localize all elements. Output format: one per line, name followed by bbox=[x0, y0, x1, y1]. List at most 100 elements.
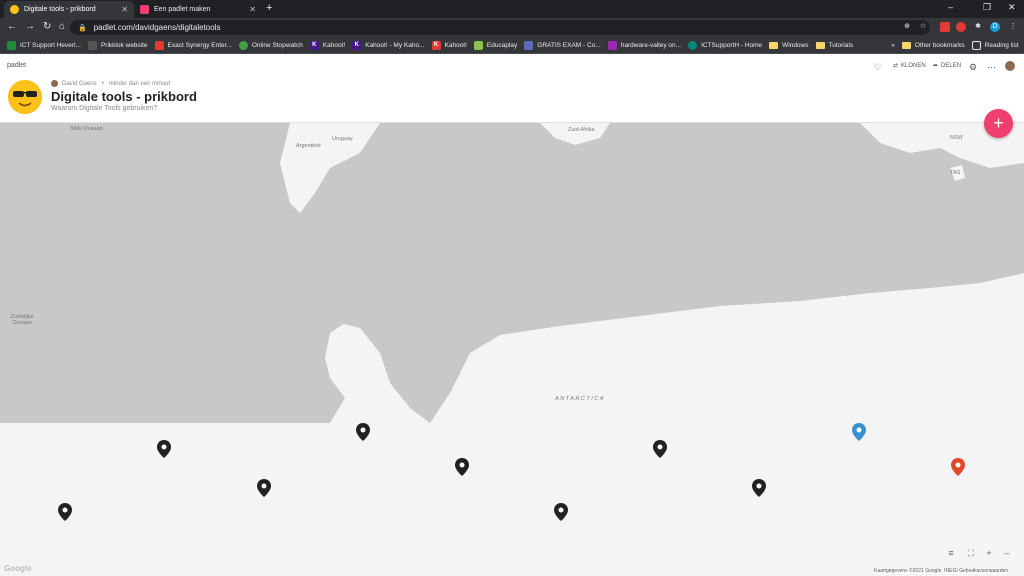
board-title: Digitale tools - prikbord bbox=[51, 89, 197, 104]
map-pin-red[interactable] bbox=[951, 458, 965, 476]
bookmark-item[interactable]: hardware-valley on... bbox=[607, 40, 681, 50]
maximize-button[interactable]: ❐ bbox=[983, 2, 991, 13]
extension-exact-icon[interactable] bbox=[940, 22, 950, 32]
clone-icon: ⇄ bbox=[893, 63, 899, 69]
profile-avatar-icon[interactable]: D bbox=[990, 22, 1000, 32]
clone-button[interactable]: ⇄ KLONEN bbox=[893, 62, 926, 70]
extension-adblock-icon[interactable] bbox=[956, 22, 966, 32]
south-america-landmass bbox=[280, 123, 380, 213]
map-pin[interactable] bbox=[455, 458, 469, 476]
folder-icon bbox=[901, 41, 911, 49]
bookmark-item[interactable]: ICT Support Heverl... bbox=[7, 40, 81, 50]
close-tab-icon[interactable]: ✕ bbox=[121, 5, 128, 14]
close-window-button[interactable]: ✕ bbox=[1008, 2, 1016, 13]
bookmark-favicon-icon bbox=[238, 40, 248, 50]
bookmark-item[interactable]: GRATIS EXAM - Co... bbox=[524, 40, 601, 50]
settings-gear-icon[interactable]: ⚙ bbox=[969, 62, 977, 73]
new-tab-button[interactable]: + bbox=[266, 2, 272, 14]
close-tab-icon[interactable]: ✕ bbox=[249, 5, 256, 14]
tab-title: Een padlet maken bbox=[154, 6, 211, 13]
map-pin[interactable] bbox=[653, 440, 667, 458]
island bbox=[413, 459, 417, 463]
share-button[interactable]: ➦ DELEN bbox=[933, 62, 961, 70]
bookmark-item[interactable]: K Kahoot! - My Kaho... bbox=[352, 40, 425, 50]
bookmark-favicon-icon bbox=[7, 40, 16, 50]
tab-een-padlet-maken[interactable]: Een padlet maken ✕ bbox=[134, 1, 262, 18]
map-label-uruguay: Uruguay bbox=[332, 136, 353, 142]
more-bookmarks-button[interactable]: » bbox=[891, 42, 895, 49]
back-icon[interactable]: ← bbox=[7, 21, 17, 32]
forward-icon[interactable]: → bbox=[25, 21, 35, 32]
more-options-icon[interactable]: ⋯ bbox=[987, 62, 996, 73]
bookmark-item[interactable]: K Kahoot! bbox=[309, 40, 345, 50]
map-list-button[interactable]: ≡ bbox=[943, 545, 959, 561]
bookmark-item[interactable]: Educaplay bbox=[473, 40, 517, 50]
map-label-tas: TAS bbox=[950, 170, 961, 176]
map-pin[interactable] bbox=[554, 503, 568, 521]
bookmark-item[interactable]: K Kahoot! bbox=[431, 40, 467, 50]
tab-title: Digitale tools - prikbord bbox=[24, 6, 96, 13]
map-zoom-out-button[interactable]: – bbox=[999, 545, 1015, 561]
map-label-stille-oceaan: Stille Oceaan bbox=[70, 126, 103, 132]
reload-icon[interactable]: ↻ bbox=[43, 21, 51, 32]
map-pin-blue[interactable] bbox=[852, 423, 866, 441]
separator-dot: • bbox=[101, 80, 104, 87]
bookmark-favicon-icon bbox=[524, 40, 534, 50]
peninsula-gap bbox=[300, 183, 345, 333]
home-icon[interactable]: ⌂ bbox=[59, 21, 65, 32]
tab-digitale-tools[interactable]: Digitale tools - prikbord ✕ bbox=[4, 1, 134, 18]
bookmark-favicon-icon bbox=[688, 40, 698, 50]
board-subtitle: Waarom Digitale Tools gebruiken? bbox=[51, 105, 158, 112]
bookmark-item[interactable]: Exact Synergy Enter... bbox=[154, 40, 232, 50]
browser-menu-icon[interactable]: ⋮ bbox=[1008, 22, 1018, 32]
map-pin-icon bbox=[554, 503, 568, 521]
bookmark-folder[interactable]: Windows bbox=[769, 41, 809, 49]
kahoot-icon: K bbox=[309, 40, 319, 50]
map-attribution[interactable]: Kaartgegevens ©2021 Google, INEGI Gebrui… bbox=[874, 568, 1009, 574]
lock-icon[interactable]: 🔒 bbox=[78, 24, 87, 32]
reading-list-button[interactable]: Reading list bbox=[971, 40, 1019, 50]
bookmark-item[interactable]: ICTSupportH - Home bbox=[688, 40, 762, 50]
minimize-button[interactable]: – bbox=[948, 2, 953, 12]
emoji-favicon-icon bbox=[10, 5, 19, 14]
author-avatar bbox=[51, 80, 58, 87]
bookmark-favicon-icon bbox=[607, 40, 617, 50]
map-canvas[interactable]: ANTARCTICA Argentinië Uruguay Zuid-Afrik… bbox=[0, 123, 1024, 576]
map-pin-icon bbox=[58, 503, 72, 521]
address-bar[interactable]: 🔒 padlet.com/davidgaens/digitaletools bbox=[70, 20, 930, 35]
padlet-logo[interactable]: padlet bbox=[7, 62, 26, 69]
extensions-puzzle-icon[interactable]: ✱ bbox=[973, 22, 983, 32]
map-label-zuid-afrika: Zuid-Afrika bbox=[568, 127, 595, 133]
map-pin-icon bbox=[852, 423, 866, 441]
island bbox=[263, 441, 267, 445]
bookmark-favicon-icon bbox=[473, 40, 483, 50]
map-pin[interactable] bbox=[356, 423, 370, 441]
bookmark-star-icon[interactable]: ☆ bbox=[918, 22, 928, 32]
bookmark-folder[interactable]: Tutorials bbox=[815, 41, 853, 49]
bookmark-item[interactable]: Online Stopwatch bbox=[238, 40, 303, 50]
map-pin[interactable] bbox=[157, 440, 171, 458]
folder-icon bbox=[769, 41, 779, 49]
bookmark-favicon-icon bbox=[87, 40, 97, 50]
url-text: padlet.com/davidgaens/digitaletools bbox=[93, 23, 221, 32]
map-pin[interactable] bbox=[58, 503, 72, 521]
map-pin-icon bbox=[356, 423, 370, 441]
author-name[interactable]: David Gaens bbox=[62, 81, 97, 87]
bookmark-item[interactable]: Prikklok website bbox=[87, 40, 148, 50]
map-zoom-in-button[interactable]: + bbox=[981, 545, 997, 561]
sunglasses-emoji-icon bbox=[8, 80, 42, 114]
map-pin-icon bbox=[455, 458, 469, 476]
folder-icon bbox=[815, 41, 825, 49]
map-label-antarctica: ANTARCTICA bbox=[555, 396, 605, 402]
install-app-icon[interactable]: ⊕ bbox=[902, 22, 912, 32]
padlet-header: padlet David Gaens • minder dan een minu… bbox=[0, 54, 1024, 123]
add-post-button[interactable]: + bbox=[984, 109, 1013, 138]
map-terrain bbox=[0, 123, 1024, 576]
map-pin[interactable] bbox=[257, 479, 271, 497]
map-fullscreen-button[interactable]: ⛶ bbox=[963, 545, 979, 561]
like-heart-icon[interactable]: ♡ bbox=[874, 62, 882, 73]
map-pin[interactable] bbox=[752, 479, 766, 497]
board-avatar-sunglasses-emoji bbox=[8, 80, 42, 114]
other-bookmarks-folder[interactable]: Other bookmarks bbox=[901, 41, 965, 49]
user-avatar[interactable] bbox=[1005, 61, 1015, 71]
